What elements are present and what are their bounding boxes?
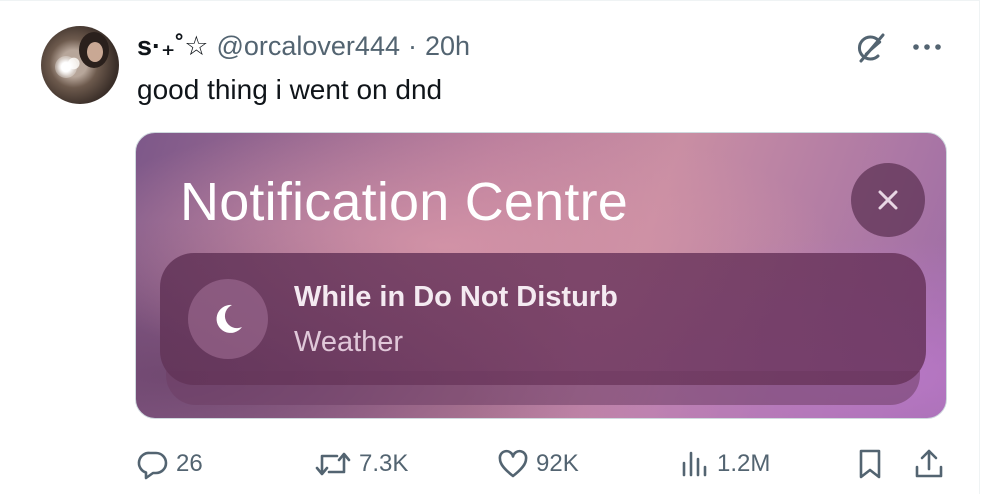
bookmark-icon <box>859 449 881 479</box>
like-count: 92K <box>536 450 579 477</box>
more-icon[interactable] <box>910 36 944 58</box>
display-name[interactable]: s·₊˚☆ <box>137 31 208 62</box>
views-count: 1.2M <box>717 450 771 477</box>
tweet-text: good thing i went on dnd <box>137 74 443 105</box>
user-handle[interactable]: @orcalover444 <box>216 31 400 62</box>
reply-count: 26 <box>176 450 203 477</box>
divider <box>0 0 980 1</box>
retweet-button[interactable]: 7.3K <box>313 446 408 482</box>
like-button[interactable]: 92K <box>496 446 579 482</box>
close-icon <box>878 190 898 210</box>
retweet-icon <box>315 452 351 476</box>
tweet-header: s·₊˚☆ @orcalover444 · 20h <box>137 30 470 62</box>
close-button <box>851 163 925 237</box>
notification-card: While in Do Not Disturb Weather <box>160 253 926 385</box>
moon-badge <box>188 279 268 359</box>
retweet-count: 7.3K <box>359 450 409 477</box>
bookmark-button[interactable] <box>855 446 885 482</box>
share-button[interactable] <box>912 446 946 482</box>
reply-icon <box>137 451 168 480</box>
heart-icon <box>498 449 528 478</box>
avatar-flash <box>55 56 77 78</box>
avatar-face <box>87 42 103 62</box>
reply-button[interactable]: 26 <box>136 446 203 482</box>
tweet[interactable]: s·₊˚☆ @orcalover444 · 20h good thing i w… <box>0 0 992 494</box>
notification-subtitle: Weather <box>294 326 404 358</box>
divider <box>979 0 980 494</box>
notification-centre-title: Notification Centre <box>180 172 629 232</box>
tweet-actions: 26 7.3K 92K 1.2M <box>0 446 992 482</box>
views-button[interactable]: 1.2M <box>677 446 770 482</box>
notification-heading: While in Do Not Disturb <box>294 281 618 313</box>
separator-dot: · <box>407 30 417 61</box>
grok-icon[interactable] <box>852 30 888 66</box>
moon-icon <box>216 304 242 333</box>
avatar[interactable] <box>41 26 119 104</box>
tweet-media-image[interactable]: Notification Centre While in Do Not Dist… <box>135 132 947 419</box>
timestamp[interactable]: 20h <box>425 31 470 62</box>
share-icon <box>915 449 943 478</box>
views-icon <box>682 451 707 477</box>
